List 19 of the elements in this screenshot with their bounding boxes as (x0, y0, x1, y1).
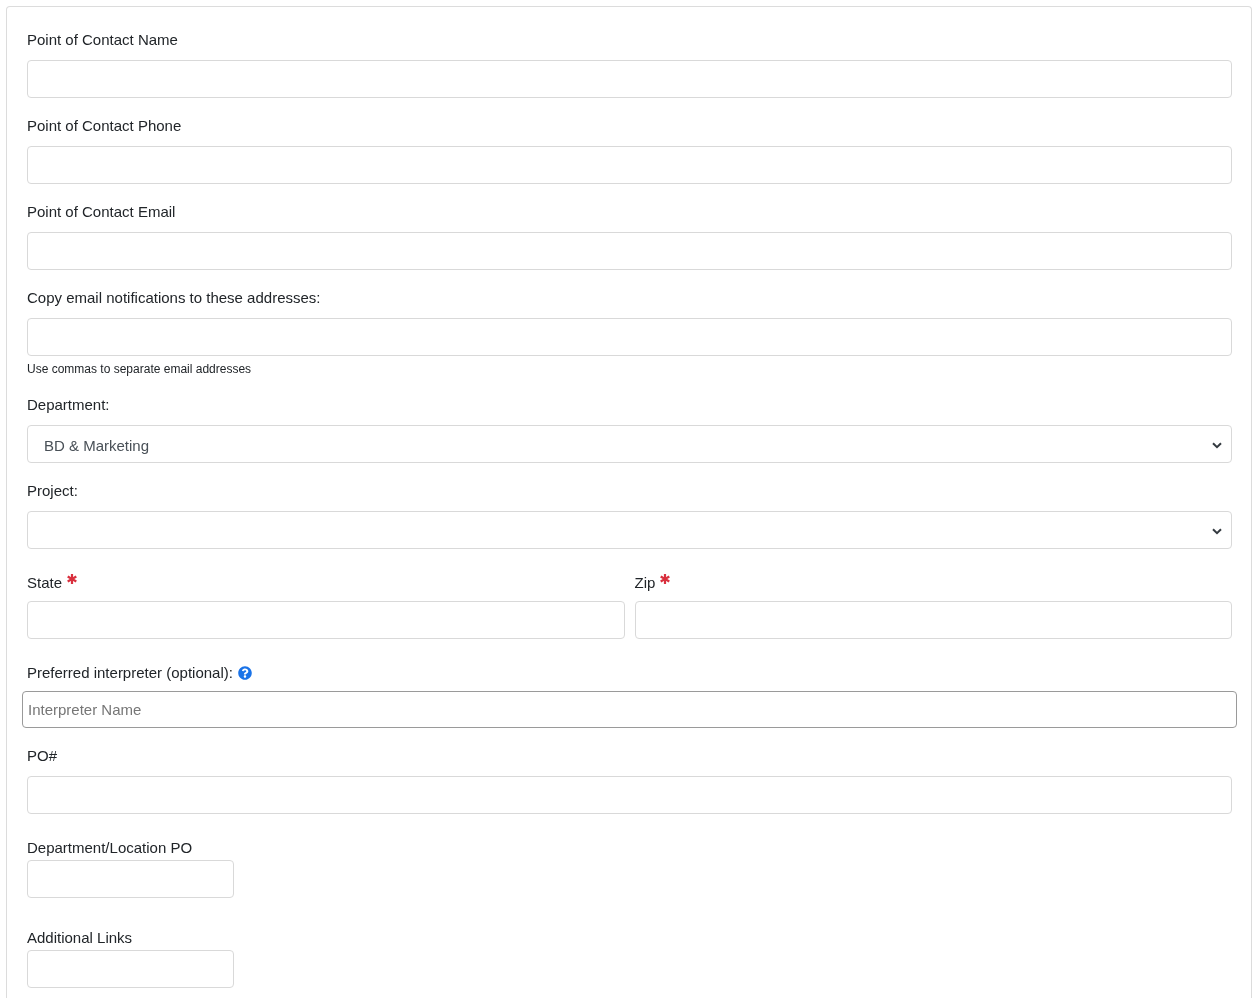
field-label: Copy email notifications to these addresses: (27, 288, 321, 308)
chevron-down-icon (1212, 441, 1222, 449)
field-label: Department: (27, 395, 110, 415)
dropdown-field[interactable]: BD & Marketing (27, 425, 1232, 463)
field-label: Zip (634, 573, 656, 593)
chevron-down-icon (1212, 527, 1222, 535)
text-field[interactable]: Interpreter Name (22, 691, 1237, 728)
field-label: Project: (27, 481, 78, 501)
dropdown-field[interactable] (27, 511, 1232, 549)
field-label: State (27, 573, 63, 593)
field-label: Point of Contact Phone (27, 116, 182, 136)
help-text: Use commas to separate email addresses (27, 361, 252, 378)
field-label: Point of Contact Email (27, 202, 176, 222)
field-label: Department/Location PO (27, 838, 193, 858)
field-label: Point of Contact Name (27, 30, 178, 50)
help-icon[interactable] (237, 666, 252, 680)
field-label: PO# (27, 746, 57, 766)
field-label: Preferred interpreter (optional): (27, 663, 233, 683)
field-label: Additional Links (27, 928, 133, 948)
